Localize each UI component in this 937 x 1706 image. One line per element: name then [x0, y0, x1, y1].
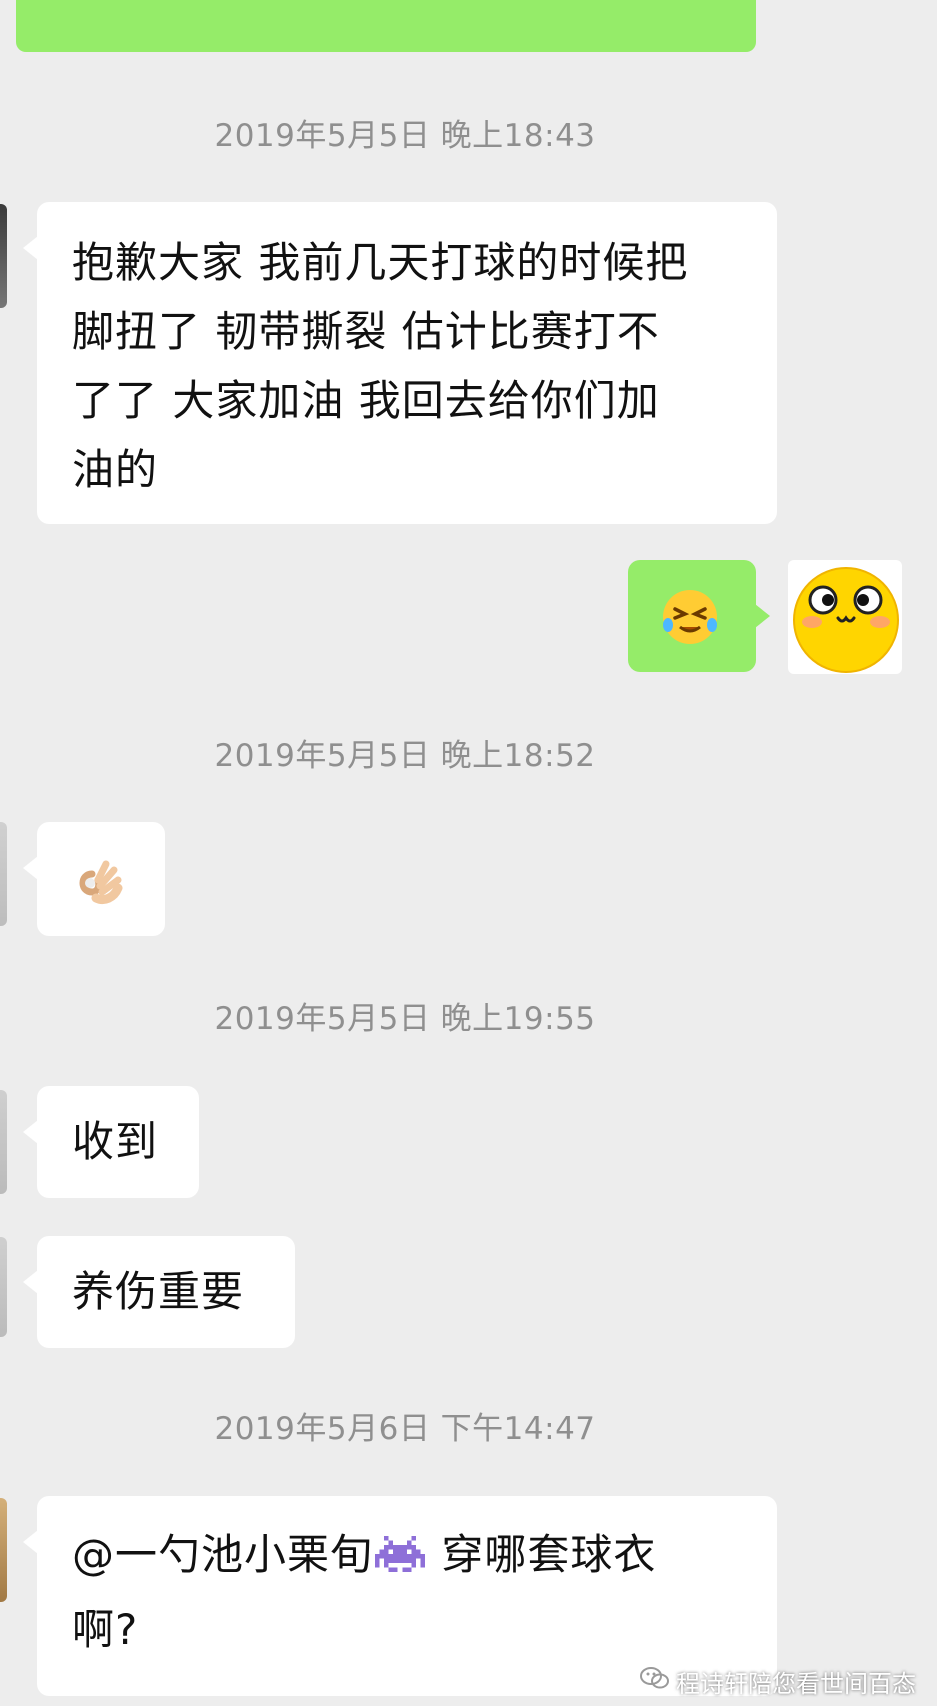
my-avatar[interactable] — [788, 560, 902, 674]
message-text: 啊? — [72, 1605, 139, 1654]
avatar[interactable] — [0, 1090, 7, 1194]
wechat-official-account-icon — [640, 1666, 670, 1696]
message-text: 抱歉大家 我前几天打球的时候把 — [72, 238, 689, 287]
timestamp: 2019年5月6日 下午14:47 — [214, 1411, 596, 1447]
message-text: 了了 大家加油 我回去给你们加 — [72, 376, 660, 425]
ok-hand-emoji-icon — [70, 850, 130, 930]
message-bubble[interactable] — [23, 822, 165, 936]
message-text: 脚扭了 韧带撕裂 估计比赛打不 — [72, 307, 660, 356]
previous-outgoing-bubble[interactable] — [16, 0, 756, 52]
message-bubble[interactable]: 收到 — [23, 1086, 199, 1198]
avatar[interactable] — [0, 1498, 7, 1602]
outgoing-message-bubble[interactable] — [628, 560, 770, 672]
watermark-text: 程诗轩陪您看世间百态 — [676, 1669, 916, 1698]
cute-face-avatar-icon — [793, 567, 899, 673]
avatar[interactable] — [0, 1237, 7, 1337]
mention[interactable]: @一勺池小栗旬 — [72, 1530, 373, 1579]
laugh-cry-emoji-icon — [660, 587, 720, 667]
message-text: 油的 — [72, 445, 159, 494]
message-text: 收到 — [72, 1117, 159, 1166]
message-bubble[interactable]: 抱歉大家 我前几天打球的时候把 脚扭了 韧带撕裂 估计比赛打不 了了 大家加油 … — [23, 202, 777, 524]
avatar[interactable] — [0, 822, 7, 926]
space-invader-emoji-icon — [375, 1526, 426, 1595]
message-bubble[interactable]: 养伤重要 — [23, 1236, 295, 1348]
timestamp: 2019年5月5日 晚上18:43 — [214, 118, 596, 154]
timestamp: 2019年5月5日 晚上19:55 — [214, 1001, 596, 1037]
watermark: 程诗轩陪您看世间百态 — [640, 1664, 916, 1698]
timestamp: 2019年5月5日 晚上18:52 — [214, 738, 596, 774]
message-text: @一勺池小栗旬 穿哪套球衣 — [72, 1520, 777, 1595]
avatar[interactable] — [0, 204, 7, 308]
message-text: 养伤重要 — [72, 1267, 245, 1316]
message-text: 穿哪套球衣 — [427, 1530, 657, 1579]
